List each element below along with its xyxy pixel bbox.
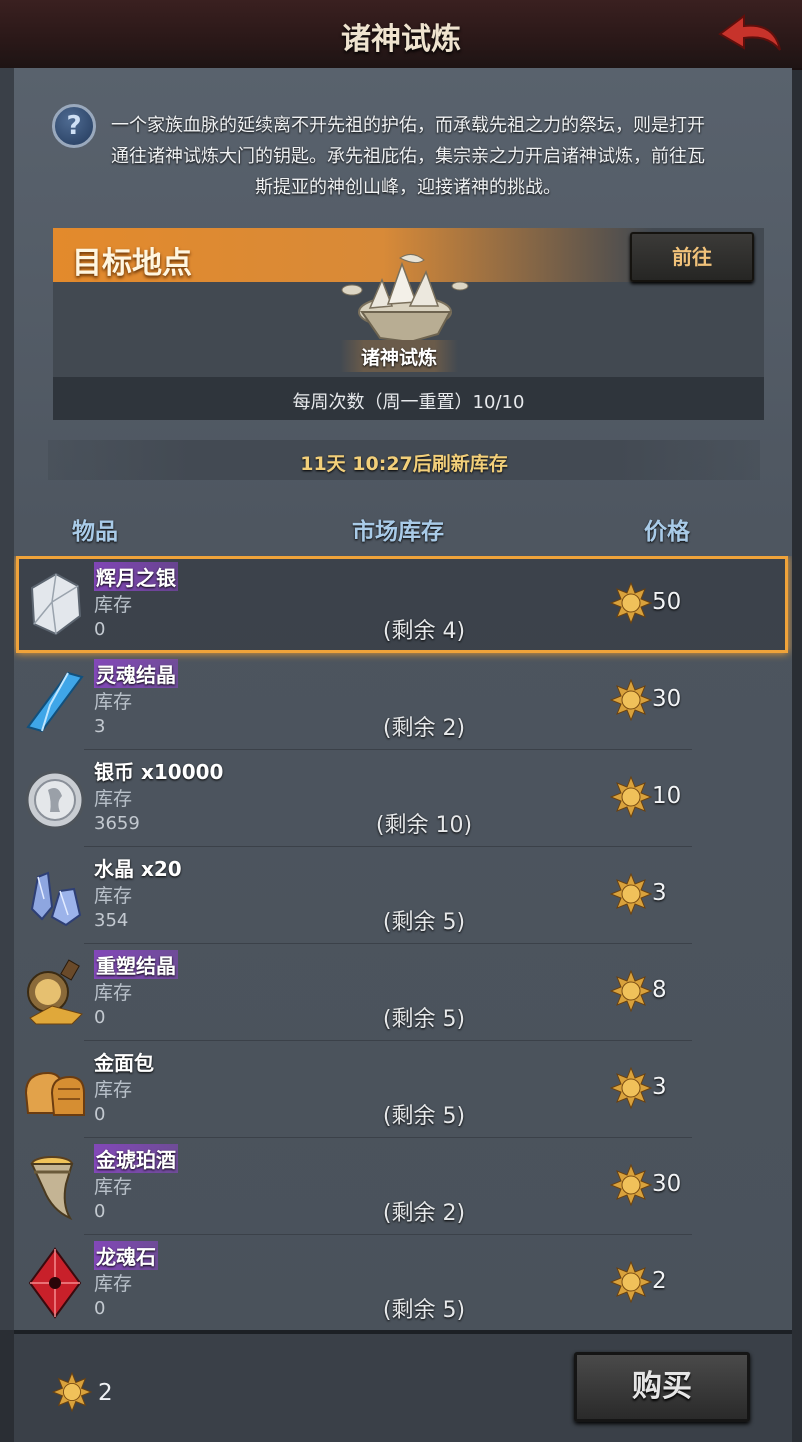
stock-value: 3659 <box>94 813 140 834</box>
header-bar: 诸神试炼 <box>0 0 802 70</box>
list-item[interactable]: 辉月之银 库存 0 (剩余 4) 50 <box>14 556 792 653</box>
crystal-icon <box>30 871 82 927</box>
page-title: 诸神试炼 <box>341 22 461 57</box>
location-name: 诸神试炼 <box>360 347 437 369</box>
price-value: 8 <box>652 977 667 1003</box>
list-item[interactable]: 灵魂结晶 库存 3 (剩余 2) 30 <box>14 653 792 750</box>
column-price: 价格 <box>644 519 690 545</box>
sun-token-icon <box>610 873 652 915</box>
bread-icon <box>24 1071 85 1116</box>
stock-label: 库存 <box>94 788 133 810</box>
price-value: 3 <box>652 1074 667 1100</box>
remaining-stock: (剩余 10) <box>375 813 473 838</box>
item-name: 重塑结晶 <box>94 950 178 979</box>
remaining-stock: (剩余 4) <box>382 619 466 644</box>
goto-button[interactable]: 前往 <box>630 232 754 282</box>
item-name: 水晶 x20 <box>94 857 182 881</box>
refresh-timer: 11天 10:27后刷新库存 <box>300 453 508 475</box>
stock-value: 0 <box>94 1007 106 1028</box>
silver-ore-icon <box>30 572 82 636</box>
remaining-stock: (剩余 5) <box>382 910 466 935</box>
stock-label: 库存 <box>94 1273 133 1295</box>
price-value: 2 <box>652 1268 667 1294</box>
list-item[interactable]: 银币 x10000 库存 3659 (剩余 10) 10 <box>14 750 792 847</box>
item-name: 龙魂石 <box>94 1241 158 1270</box>
buy-button[interactable]: 购买 <box>574 1352 750 1422</box>
sun-token-icon <box>610 1164 652 1206</box>
sun-token-icon <box>610 582 652 624</box>
price-value: 10 <box>652 783 682 809</box>
stock-value: 3 <box>94 716 106 737</box>
remaining-stock: (剩余 2) <box>382 716 466 741</box>
horn-cup-icon <box>30 1156 74 1221</box>
sun-token-icon <box>610 970 652 1012</box>
sun-token-icon <box>610 1067 652 1109</box>
price-value: 30 <box>652 686 682 712</box>
sun-token-icon <box>610 776 652 818</box>
item-name: 辉月之银 <box>94 562 178 591</box>
list-item[interactable]: 金面包 库存 0 (剩余 5) 3 <box>14 1041 792 1138</box>
stock-value: 354 <box>94 910 129 931</box>
item-name: 灵魂结晶 <box>94 659 178 688</box>
soul-crystal-icon <box>26 671 84 733</box>
list-item[interactable]: 金琥珀酒 库存 0 (剩余 2) 30 <box>14 1138 792 1235</box>
column-stock: 市场库存 <box>352 519 444 545</box>
remaining-stock: (剩余 5) <box>382 1104 466 1129</box>
list-item[interactable]: 龙魂石 库存 0 (剩余 5) 2 <box>14 1235 792 1328</box>
weekly-count: 每周次数（周一重置）10/10 <box>292 392 525 413</box>
stock-value: 0 <box>94 1298 106 1319</box>
stock-label: 库存 <box>94 594 133 616</box>
column-item: 物品 <box>72 519 118 545</box>
stock-value: 0 <box>94 1104 106 1125</box>
dragon-stone-icon <box>28 1247 82 1319</box>
stock-label: 库存 <box>94 1079 133 1101</box>
shop-item-list[interactable]: 辉月之银 库存 0 (剩余 4) 50 灵魂结晶 库存 3 (剩余 2) 30 <box>14 556 792 1328</box>
left-edge <box>0 68 14 1330</box>
silver-coin-icon <box>25 770 85 830</box>
price-value: 30 <box>652 1171 682 1197</box>
trial-description: 一个家族血脉的延续离不开先祖的护佑，而承载先祖之力的祭坛，则是打开通往诸神试炼大… <box>111 115 705 198</box>
floating-island-icon <box>341 254 469 344</box>
sun-token-icon <box>52 1372 92 1412</box>
list-item[interactable]: 水晶 x20 库存 354 (剩余 5) 3 <box>14 847 792 944</box>
help-icon[interactable]: ? <box>52 104 96 148</box>
item-name: 金琥珀酒 <box>94 1144 178 1173</box>
stock-label: 库存 <box>94 982 133 1004</box>
item-name: 银币 x10000 <box>94 760 224 784</box>
list-item[interactable]: 重塑结晶 库存 0 (剩余 5) 8 <box>14 944 792 1041</box>
remaining-stock: (剩余 2) <box>382 1201 466 1226</box>
back-button[interactable] <box>714 10 784 56</box>
remaining-stock: (剩余 5) <box>382 1007 466 1032</box>
target-label: 目标地点 <box>72 246 192 281</box>
price-value: 50 <box>652 589 682 615</box>
item-name: 金面包 <box>94 1051 154 1075</box>
sun-token-icon <box>610 1261 652 1303</box>
back-arrow-icon <box>718 14 781 51</box>
price-value: 3 <box>652 880 667 906</box>
stock-label: 库存 <box>94 885 133 907</box>
stock-value: 0 <box>94 619 106 640</box>
currency-balance: 2 <box>98 1380 113 1406</box>
stock-value: 0 <box>94 1201 106 1222</box>
stock-label: 库存 <box>94 1176 133 1198</box>
potion-icon <box>27 959 83 1025</box>
stock-label: 库存 <box>94 691 133 713</box>
remaining-stock: (剩余 5) <box>382 1298 466 1323</box>
sun-token-icon <box>610 679 652 721</box>
